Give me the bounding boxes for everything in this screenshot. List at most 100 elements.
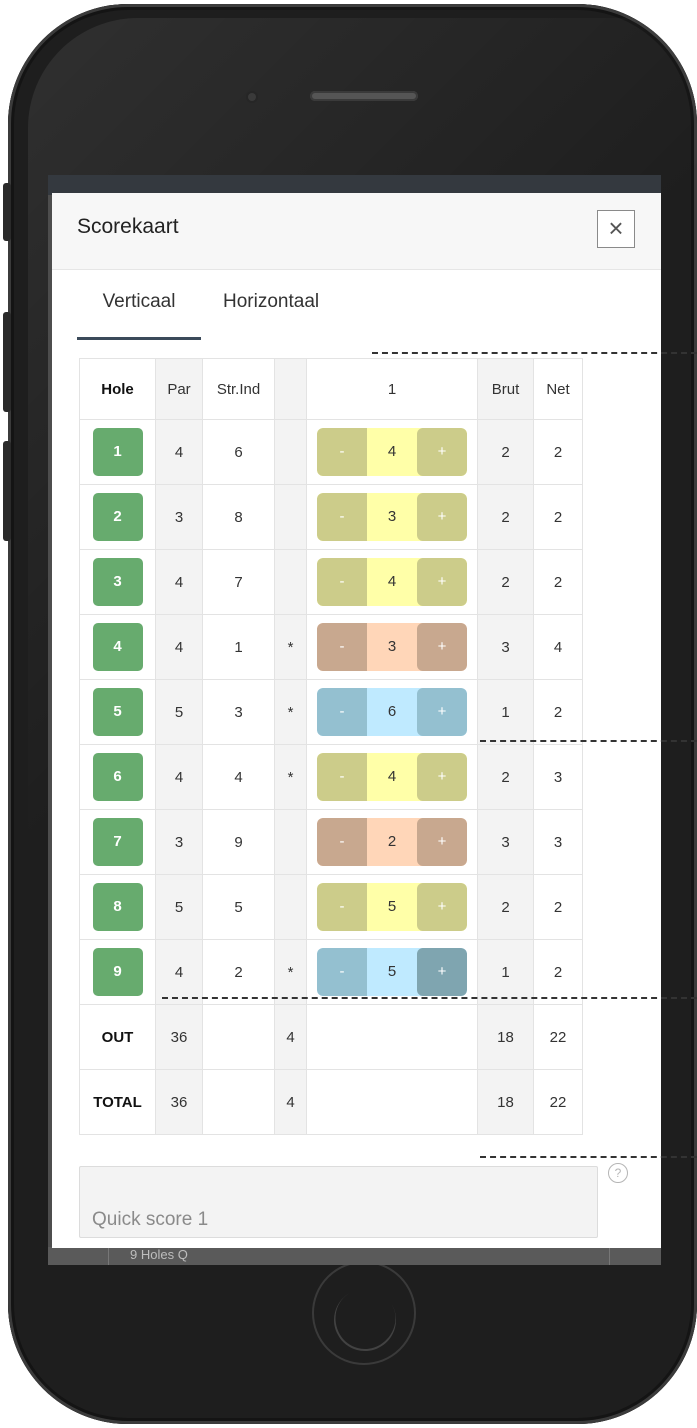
- modal-title: Scorekaart: [77, 215, 179, 238]
- stroke-marker-cell: *: [274, 679, 307, 745]
- score-value: 3: [387, 508, 397, 525]
- score-value: 5: [387, 898, 397, 915]
- tab-verticaal[interactable]: Verticaal: [77, 291, 201, 340]
- hole-row: 6 4 4 * -4 +2 3: [79, 744, 583, 810]
- increase-score-button[interactable]: +: [417, 558, 467, 606]
- tab-horizontaal[interactable]: Horizontaal: [223, 291, 343, 337]
- net-cell: 2: [533, 484, 583, 550]
- hole-row: 3 4 7-4 +2 2: [79, 549, 583, 615]
- par-cell: 4: [155, 614, 203, 680]
- scorecard-table: Hole Par Str.Ind 1 Brut Net 1 4 6-4 +2 2 2 3 8-…: [79, 358, 583, 1135]
- score-stepper: - 3 +: [317, 623, 467, 671]
- score-cell: - 3 +: [306, 614, 478, 680]
- brut-cell: 2: [477, 549, 534, 615]
- stroke-marker-cell: *: [274, 744, 307, 810]
- brut-cell: 1: [477, 939, 534, 1005]
- hole-row: 8 5 5-5 +2 2: [79, 874, 583, 940]
- brut-cell: 2: [477, 874, 534, 940]
- hole-row: 2 3 8-3 +2 2: [79, 484, 583, 550]
- decrease-score-button[interactable]: -: [317, 558, 367, 606]
- view-tabs: Verticaal Horizontaal: [77, 291, 637, 340]
- quick-score-input[interactable]: Quick score 1: [92, 1209, 208, 1231]
- stroke-index-cell: 8: [202, 484, 275, 550]
- stroke-index-cell: 2: [202, 939, 275, 1005]
- totals-par: 36: [155, 1069, 203, 1135]
- increase-score-button[interactable]: +: [417, 818, 467, 866]
- totals-stroke-index: [202, 1069, 275, 1135]
- totals-net: 22: [533, 1004, 583, 1070]
- stroke-marker-cell: *: [274, 614, 307, 680]
- score-value: 4: [387, 573, 397, 590]
- score-stepper: - 5 +: [317, 883, 467, 931]
- decrease-score-button[interactable]: -: [317, 883, 367, 931]
- decrease-score-button[interactable]: -: [317, 818, 367, 866]
- score-cell: - 5 +: [306, 874, 478, 940]
- increase-score-button[interactable]: +: [417, 623, 467, 671]
- decrease-score-button[interactable]: -: [317, 753, 367, 801]
- hole-number-button[interactable]: 7: [92, 818, 143, 866]
- totals-score: [306, 1069, 478, 1135]
- header-stroke-marker: [274, 358, 307, 420]
- header-brut: Brut: [477, 358, 534, 420]
- totals-label: OUT: [79, 1004, 156, 1070]
- score-value: 2: [387, 833, 397, 850]
- stroke-marker-cell: [274, 484, 307, 550]
- decrease-score-button[interactable]: -: [317, 493, 367, 541]
- decrease-score-button[interactable]: -: [317, 428, 367, 476]
- hole-number-button[interactable]: 1: [92, 428, 143, 476]
- stroke-marker-cell: [274, 419, 307, 485]
- close-icon: ×: [608, 213, 624, 243]
- hole-cell: 3: [79, 549, 156, 615]
- score-value: 4: [387, 768, 397, 785]
- hole-number-button[interactable]: 5: [92, 688, 143, 736]
- decrease-score-button[interactable]: -: [317, 948, 367, 996]
- close-button[interactable]: ×: [597, 210, 635, 248]
- annotation-line: [480, 1156, 697, 1158]
- score-stepper: - 4 +: [317, 558, 467, 606]
- hole-number-button[interactable]: 6: [92, 753, 143, 801]
- decrease-score-button[interactable]: -: [317, 688, 367, 736]
- par-cell: 4: [155, 744, 203, 810]
- increase-score-button[interactable]: +: [417, 753, 467, 801]
- brut-cell: 2: [477, 484, 534, 550]
- quick-score-field[interactable]: Quick score 1: [79, 1166, 598, 1238]
- par-cell: 4: [155, 419, 203, 485]
- header-hole: Hole: [79, 358, 156, 420]
- header-net: Net: [533, 358, 583, 420]
- hole-number-button[interactable]: 9: [92, 948, 143, 996]
- score-cell: - 2 +: [306, 809, 478, 875]
- hole-cell: 7: [79, 809, 156, 875]
- increase-score-button[interactable]: +: [417, 493, 467, 541]
- question-circle-icon[interactable]: ?: [608, 1163, 628, 1183]
- hole-row: 4 4 1 * -3 +3 4: [79, 614, 583, 680]
- score-value: 6: [387, 703, 397, 720]
- hole-row: 1 4 6-4 +2 2: [79, 419, 583, 485]
- brut-cell: 3: [477, 809, 534, 875]
- increase-score-button[interactable]: +: [417, 688, 467, 736]
- decrease-score-button[interactable]: -: [317, 623, 367, 671]
- annotation-line: [162, 997, 697, 999]
- score-cell: - 5 +: [306, 939, 478, 1005]
- increase-score-button[interactable]: +: [417, 428, 467, 476]
- score-stepper: - 6 +: [317, 688, 467, 736]
- score-cell: - 4 +: [306, 419, 478, 485]
- hole-number-button[interactable]: 4: [92, 623, 143, 671]
- hole-number-button[interactable]: 8: [92, 883, 143, 931]
- net-cell: 2: [533, 419, 583, 485]
- home-button[interactable]: [312, 1261, 416, 1365]
- hole-number-button[interactable]: 3: [92, 558, 143, 606]
- stroke-index-cell: 5: [202, 874, 275, 940]
- score-cell: - 6 +: [306, 679, 478, 745]
- stroke-marker-cell: [274, 874, 307, 940]
- increase-score-button[interactable]: +: [417, 883, 467, 931]
- totals-strokes: 4: [274, 1004, 307, 1070]
- annotation-line: [480, 740, 697, 742]
- net-cell: 2: [533, 874, 583, 940]
- totals-label: TOTAL: [79, 1069, 156, 1135]
- brut-cell: 2: [477, 744, 534, 810]
- header-stroke-index: Str.Ind: [202, 358, 275, 420]
- hole-number-button[interactable]: 2: [92, 493, 143, 541]
- brut-cell: 3: [477, 614, 534, 680]
- background-app-header: [48, 175, 661, 195]
- increase-score-button[interactable]: +: [417, 948, 467, 996]
